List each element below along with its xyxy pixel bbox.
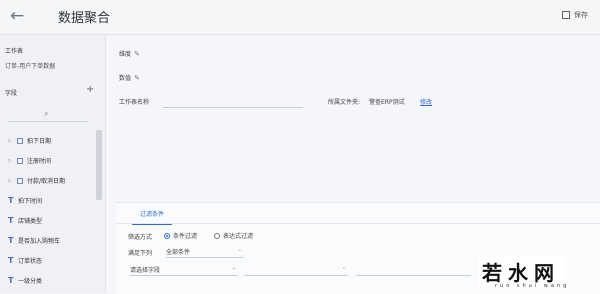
- field-item-date-3[interactable]: ▷ 付款/取消日期: [8, 176, 65, 185]
- field-label: 订单状态: [18, 258, 43, 265]
- radio-formula-filter[interactable]: 表达式过滤: [214, 231, 253, 240]
- filter-mode-label: 筛选方式: [128, 234, 153, 241]
- condition-value-input[interactable]: [356, 265, 471, 276]
- field-label: 注册时间: [27, 158, 52, 165]
- field-item-text-4[interactable]: T 订单状态: [8, 256, 42, 265]
- chevron-down-icon: ⌄: [341, 265, 346, 271]
- field-label: 是否加入购物车: [18, 238, 61, 245]
- field-item-text-1[interactable]: T 拍下时间: [8, 196, 42, 205]
- folder-value: 警查ERP测试: [369, 99, 405, 106]
- field-item-text-2[interactable]: T 店铺类型: [8, 216, 42, 225]
- fields-heading: 字段: [5, 90, 18, 97]
- satisfy-label: 满足下列: [128, 250, 153, 257]
- modify-folder-link[interactable]: 修改: [420, 97, 432, 106]
- expand-arrow-icon[interactable]: ▷: [8, 138, 13, 144]
- edit-pencil-icon[interactable]: ✎: [134, 50, 140, 58]
- field-item-text-5[interactable]: T 一级分类: [8, 276, 42, 285]
- save-label: 保存: [574, 11, 588, 19]
- measure-row: 数值 ✎: [119, 73, 140, 82]
- field-item-text-3[interactable]: T 是否加入购物车: [8, 236, 60, 245]
- calendar-icon: [17, 157, 23, 164]
- measure-label: 数值: [119, 75, 132, 82]
- worksheet-name[interactable]: 订单-用户下单数据: [5, 61, 55, 70]
- field-list-scrollbar[interactable]: [96, 130, 102, 200]
- chevron-down-icon: ⌄: [237, 247, 242, 253]
- field-label: 拍下日期: [27, 138, 52, 145]
- text-type-icon: T: [8, 256, 14, 265]
- satisfy-select[interactable]: 全部条件 ⌄: [166, 247, 244, 258]
- add-field-icon[interactable]: +: [86, 84, 94, 95]
- field-label: 一级分类: [18, 278, 43, 285]
- radio-selected-icon: [164, 232, 170, 239]
- radio-unselected-icon: [214, 232, 220, 239]
- field-item-date-2[interactable]: ▷ 注册时间: [8, 156, 51, 165]
- edit-pencil-icon[interactable]: ✎: [134, 74, 140, 82]
- satisfy-value: 全部条件: [166, 249, 191, 256]
- worksheet-name-input[interactable]: [163, 95, 303, 108]
- expand-arrow-icon[interactable]: ▷: [8, 158, 13, 164]
- worksheet-heading: 工作表: [5, 48, 24, 55]
- header-bar: ← 数据聚合 保存: [0, 0, 600, 35]
- field-label: 拍下时间: [18, 198, 43, 205]
- search-icon: ⌕: [44, 109, 49, 118]
- text-type-icon: T: [8, 276, 14, 285]
- folder-label: 所属文件夹:: [328, 99, 361, 106]
- text-type-icon: T: [8, 196, 14, 205]
- left-panel: 工作表 订单-用户下单数据 字段 + ⌕ ▷ 拍下日期 ▷ 注册时间 ▷ 付款/…: [0, 35, 106, 293]
- expand-arrow-icon[interactable]: ▷: [8, 178, 13, 184]
- tab-divider: [116, 223, 600, 224]
- calendar-icon: [17, 137, 23, 144]
- text-type-icon: T: [8, 236, 14, 245]
- save-icon: [562, 11, 570, 19]
- field-label: 店铺类型: [18, 218, 43, 225]
- field-label: 付款/取消日期: [27, 178, 66, 185]
- page-title: 数据聚合: [58, 11, 111, 26]
- radio-label: 条件过滤: [173, 233, 198, 240]
- calendar-icon: [17, 177, 23, 184]
- chevron-down-icon: ⌄: [231, 265, 236, 271]
- back-arrow-icon[interactable]: ←: [10, 6, 24, 26]
- worksheet-name-label: 工作表名称: [119, 99, 150, 106]
- radio-label: 表达式过滤: [223, 233, 254, 240]
- dimension-row: 维度 ✎: [119, 49, 140, 58]
- watermark-subtitle: ruo shui wang: [495, 283, 570, 289]
- dimension-label: 维度: [119, 51, 132, 58]
- condition-operator-select[interactable]: ⌄: [244, 265, 348, 276]
- field-item-date-1[interactable]: ▷ 拍下日期: [8, 136, 51, 145]
- radio-condition-filter[interactable]: 条件过滤: [164, 231, 197, 240]
- field-search-input[interactable]: ⌕: [8, 107, 88, 122]
- condition-field-placeholder: 请选择字段: [130, 267, 161, 274]
- save-button[interactable]: 保存: [562, 10, 588, 20]
- text-type-icon: T: [8, 216, 14, 225]
- condition-field-select[interactable]: 请选择字段 ⌄: [130, 265, 238, 276]
